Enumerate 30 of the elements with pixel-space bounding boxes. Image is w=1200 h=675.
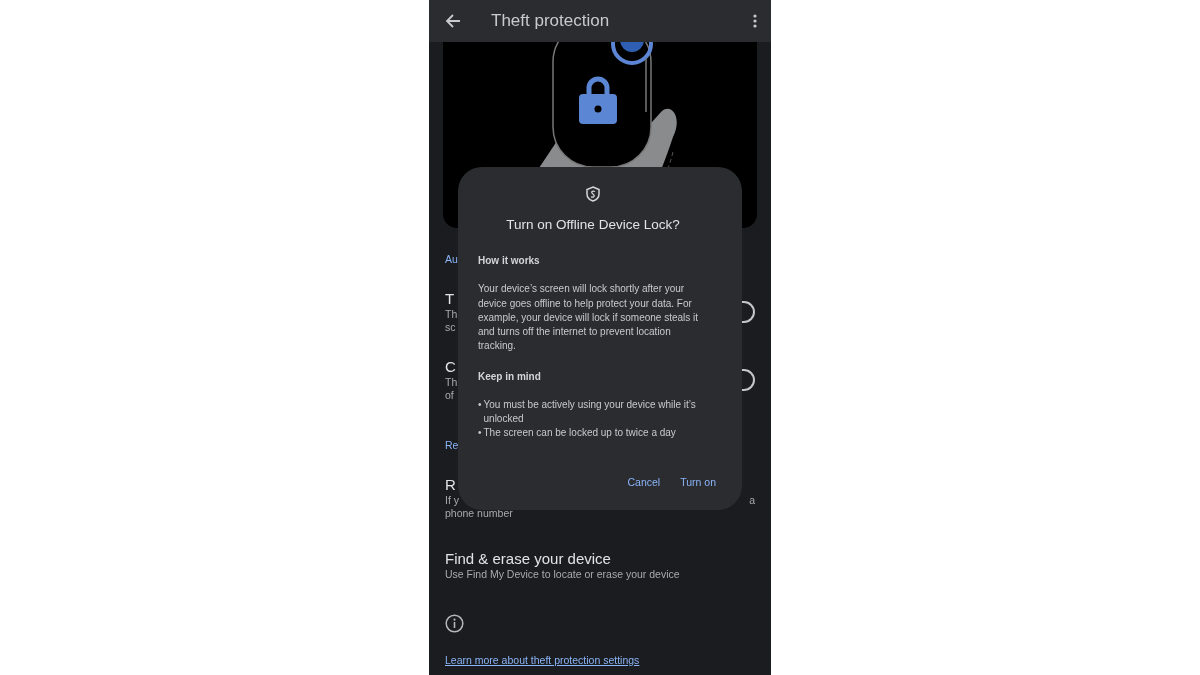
setting-title: C <box>445 357 456 376</box>
setting-description: phone number <box>445 506 513 520</box>
info-icon <box>445 613 464 633</box>
dialog-title: Turn on Offline Device Lock? <box>505 216 681 234</box>
setting-description: Th <box>445 307 458 321</box>
setting-description: Use Find My Device to locate or erase your device <box>445 567 680 581</box>
setting-title[interactable]: Find & erase your device <box>445 549 611 568</box>
bullet-icon: • <box>478 397 482 427</box>
more-options-icon[interactable] <box>753 14 757 28</box>
setting-title: T <box>445 289 455 308</box>
setting-description: Th <box>445 375 458 389</box>
section-link[interactable]: Re <box>445 437 459 454</box>
setting-description: If y <box>445 493 459 507</box>
section-heading: Keep in mind <box>478 369 542 384</box>
back-icon[interactable] <box>445 14 461 28</box>
dialog-button[interactable]: Cancel <box>621 470 667 495</box>
bullet-icon: • <box>478 426 482 441</box>
setting-description: a <box>749 493 755 507</box>
setting-description: of <box>445 388 454 402</box>
screen-title: Theft protection <box>491 10 611 33</box>
shield-icon <box>586 185 600 202</box>
dialog-text: Your device’s screen will lock shortly after your device goes offline to help protect your data. For example, your device will lock if someone steals it and turns off the internet to prevent location tracking. <box>478 282 700 354</box>
setting-description: sc <box>445 320 456 334</box>
bullet-text: You must be actively using your device while it’s unlocked <box>483 397 697 427</box>
section-link[interactable]: Au <box>445 252 458 268</box>
learn-more-link[interactable]: Learn more about theft protection settings <box>445 653 640 666</box>
setting-title: R <box>445 475 456 494</box>
bullet-text: The screen can be locked up to twice a day <box>483 426 676 441</box>
section-heading: How it works <box>478 254 541 269</box>
dialog-button[interactable]: Turn on <box>674 470 722 495</box>
